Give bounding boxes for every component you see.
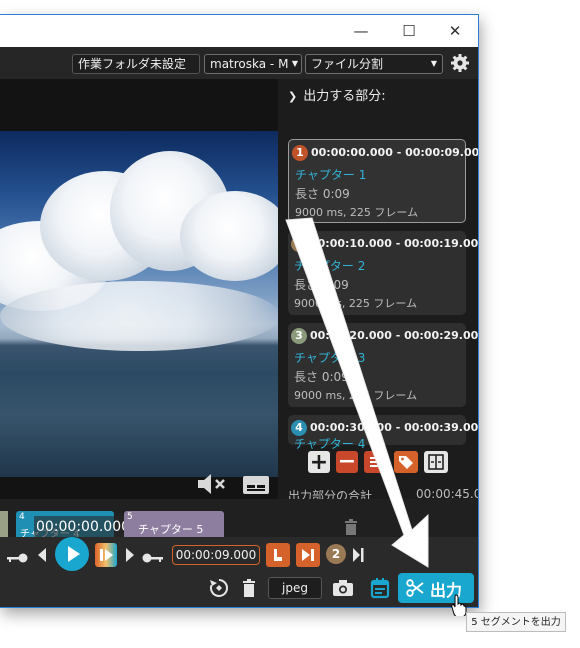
export-tooltip: 5 セグメントを出力: [466, 612, 566, 632]
app-window: — ☐ ✕ 作業フォルダ未設定 matroska - M ▼ ファイル分割 ▼: [0, 14, 479, 608]
hand-cursor-icon: [451, 594, 467, 618]
annotation-arrow: [285, 217, 429, 568]
